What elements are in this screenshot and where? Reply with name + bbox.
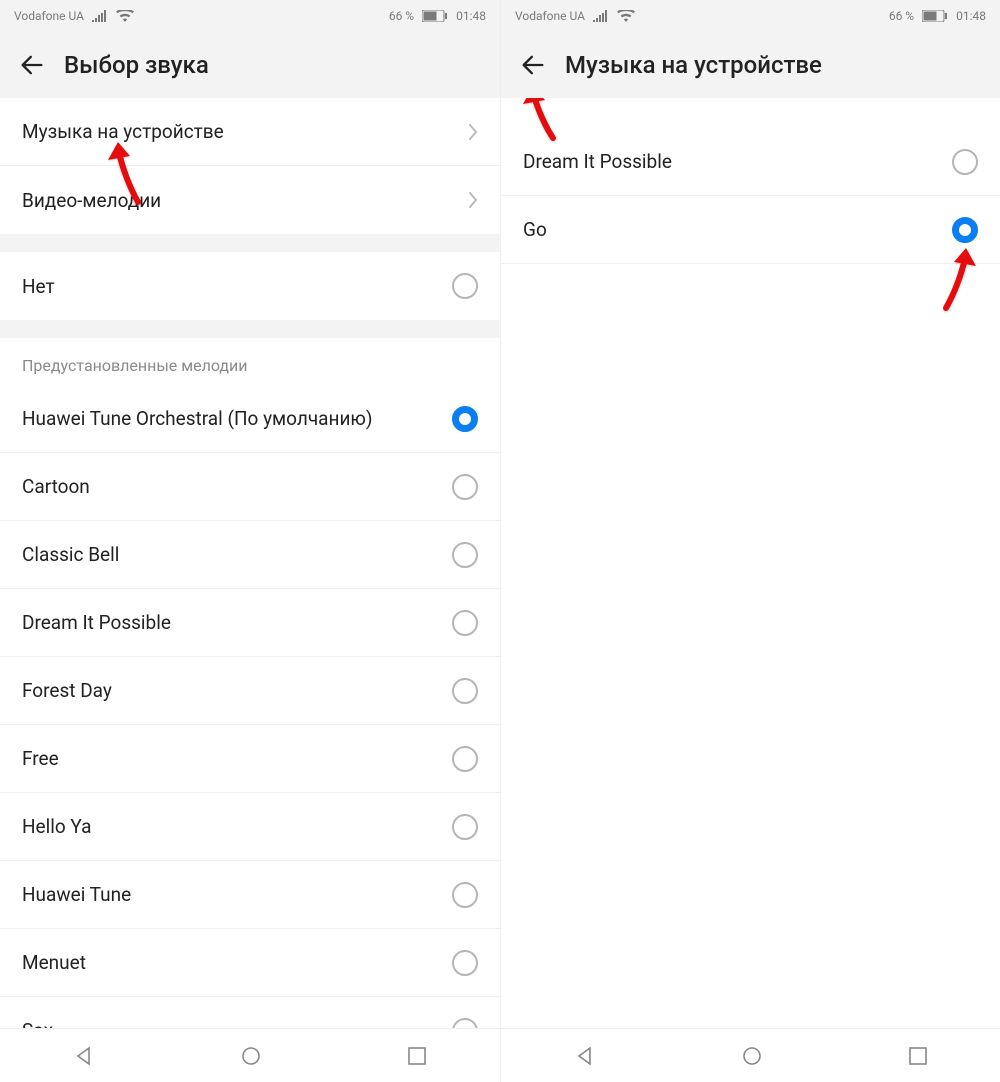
radio-icon — [452, 950, 478, 976]
track-row[interactable]: Dream It Possible — [501, 128, 1000, 196]
page-title: Выбор звука — [64, 51, 209, 79]
ringtone-row[interactable]: Classic Bell — [0, 521, 500, 589]
ringtone-row[interactable]: Hello Ya — [0, 793, 500, 861]
chevron-right-icon — [468, 123, 478, 141]
wifi-icon — [116, 10, 134, 22]
row-label: Forest Day — [22, 679, 452, 702]
section-gap — [0, 320, 500, 338]
row-label: Free — [22, 747, 452, 770]
header: Музыка на устройстве — [501, 32, 1000, 98]
page-title: Музыка на устройстве — [565, 51, 822, 79]
back-button[interactable] — [18, 51, 46, 79]
music-on-device-row[interactable]: Музыка на устройстве — [0, 98, 500, 166]
row-label: Menuet — [22, 951, 452, 974]
radio-icon — [452, 542, 478, 568]
clock: 01:48 — [956, 9, 986, 23]
row-label: Dream It Possible — [523, 150, 952, 173]
back-button[interactable] — [519, 51, 547, 79]
navbar — [0, 1028, 500, 1082]
ringtone-row[interactable]: Cartoon — [0, 453, 500, 521]
phone-right: Vodafone UA 66 % 01:48 Музыка на устройс… — [500, 0, 1000, 1082]
none-row[interactable]: Нет — [0, 252, 500, 320]
wifi-icon — [617, 10, 635, 22]
nav-recent-button[interactable] — [908, 1046, 928, 1066]
radio-icon — [452, 882, 478, 908]
radio-icon — [452, 474, 478, 500]
content: Dream It Possible Go — [501, 98, 1000, 1028]
chevron-right-icon — [468, 191, 478, 209]
row-label: Dream It Possible — [22, 611, 452, 634]
track-list: Dream It Possible Go — [501, 128, 1000, 264]
content: Музыка на устройстве Видео-мелодии Нет П… — [0, 98, 500, 1028]
ringtone-list: Huawei Tune Orchestral (По умолчанию) Car… — [0, 385, 500, 1028]
battery-icon — [422, 10, 448, 22]
radio-icon — [452, 814, 478, 840]
row-label: Нет — [22, 275, 452, 298]
ringtone-row[interactable]: Forest Day — [0, 657, 500, 725]
radio-icon — [452, 746, 478, 772]
radio-icon — [952, 217, 978, 243]
carrier-label: Vodafone UA — [515, 9, 585, 23]
row-label: Видео-мелодии — [22, 189, 468, 212]
row-label: Go — [523, 218, 952, 241]
ringtone-row[interactable]: Huawei Tune — [0, 861, 500, 929]
radio-icon — [452, 610, 478, 636]
clock: 01:48 — [456, 9, 486, 23]
battery-pct: 66 % — [889, 9, 914, 23]
preset-ringtones-header: Предустановленные мелодии — [0, 338, 500, 385]
status-bar: Vodafone UA 66 % 01:48 — [0, 0, 500, 32]
row-label: Sax — [22, 1019, 452, 1028]
signal-icon — [593, 10, 609, 22]
nav-home-button[interactable] — [741, 1045, 763, 1067]
nav-back-button[interactable] — [73, 1045, 95, 1067]
row-label: Hello Ya — [22, 815, 452, 838]
battery-icon — [922, 10, 948, 22]
radio-icon — [952, 149, 978, 175]
row-label: Музыка на устройстве — [22, 120, 468, 143]
video-ringtones-row[interactable]: Видео-мелодии — [0, 166, 500, 234]
ringtone-row[interactable]: Free — [0, 725, 500, 793]
header: Выбор звука — [0, 32, 500, 98]
carrier-label: Vodafone UA — [14, 9, 84, 23]
row-label: Huawei Tune Orchestral (По умолчанию) — [22, 407, 452, 430]
phone-left: Vodafone UA 66 % 01:48 Выбор звука Музык… — [0, 0, 500, 1082]
nav-back-button[interactable] — [574, 1045, 596, 1067]
radio-icon — [452, 1018, 478, 1029]
ringtone-row[interactable]: Sax — [0, 997, 500, 1028]
navbar — [501, 1028, 1000, 1082]
status-bar: Vodafone UA 66 % 01:48 — [501, 0, 1000, 32]
battery-pct: 66 % — [389, 9, 414, 23]
section-gap — [0, 234, 500, 252]
row-label: Huawei Tune — [22, 883, 452, 906]
ringtone-row[interactable]: Menuet — [0, 929, 500, 997]
nav-home-button[interactable] — [240, 1045, 262, 1067]
radio-icon — [452, 678, 478, 704]
radio-icon — [452, 406, 478, 432]
ringtone-row[interactable]: Huawei Tune Orchestral (По умолчанию) — [0, 385, 500, 453]
row-label: Cartoon — [22, 475, 452, 498]
radio-icon — [452, 273, 478, 299]
signal-icon — [92, 10, 108, 22]
track-row[interactable]: Go — [501, 196, 1000, 264]
row-label: Classic Bell — [22, 543, 452, 566]
ringtone-row[interactable]: Dream It Possible — [0, 589, 500, 657]
nav-recent-button[interactable] — [407, 1046, 427, 1066]
